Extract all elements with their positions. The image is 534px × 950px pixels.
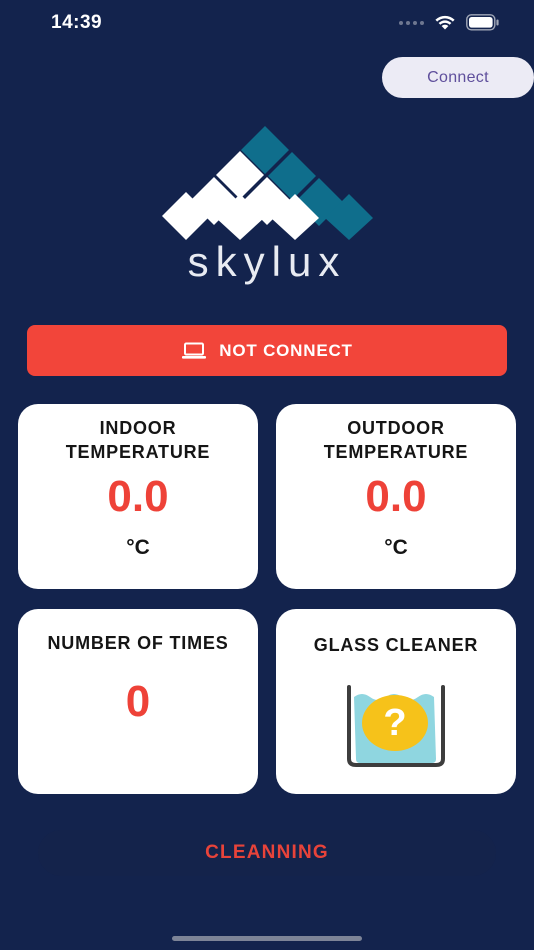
status-icons [399, 14, 500, 31]
wifi-icon [435, 15, 455, 30]
outdoor-temperature-title: OUTDOOR TEMPERATURE [323, 418, 469, 462]
indoor-temperature-card: INDOOR TEMPERATURE 0.0 °C [18, 404, 258, 589]
indoor-temperature-unit: °C [126, 536, 150, 559]
indoor-temperature-title: INDOOR TEMPERATURE [65, 418, 211, 462]
cleaning-count-value: 0 [125, 677, 151, 726]
status-time: 14:39 [51, 12, 103, 33]
connection-status-label: NOT CONNECT [219, 340, 353, 360]
cleaning-count-card: NUMBER OF TIMES 0 [18, 609, 258, 794]
brand-wordmark: skylux [187, 238, 347, 285]
laptop-icon [182, 342, 207, 359]
indoor-temperature-value: 0.0 [107, 472, 169, 521]
cleaning-button[interactable]: CLEANNING [38, 830, 496, 876]
outdoor-temperature-card: OUTDOOR TEMPERATURE 0.0 °C [276, 404, 516, 589]
battery-icon [466, 14, 499, 31]
outdoor-temperature-unit: °C [384, 536, 408, 559]
unknown-status-badge: ? [362, 695, 428, 751]
app-screen: 14:39 Connect skylux NOT CONNECT INDOOR … [0, 0, 534, 950]
glass-cleaner-card[interactable]: GLASS CLEANER ? [276, 609, 516, 794]
connection-status-button[interactable]: NOT CONNECT [27, 325, 507, 376]
cleaning-count-title: NUMBER OF TIMES [47, 633, 229, 653]
outdoor-temperature-value: 0.0 [365, 472, 427, 521]
connect-button[interactable]: Connect [382, 57, 534, 98]
skylux-logo-icon [162, 126, 373, 240]
signal-icon [399, 20, 424, 25]
water-tank-icon: ? [346, 685, 446, 767]
home-indicator [172, 936, 362, 941]
glass-cleaner-title: GLASS CLEANER [313, 635, 479, 655]
